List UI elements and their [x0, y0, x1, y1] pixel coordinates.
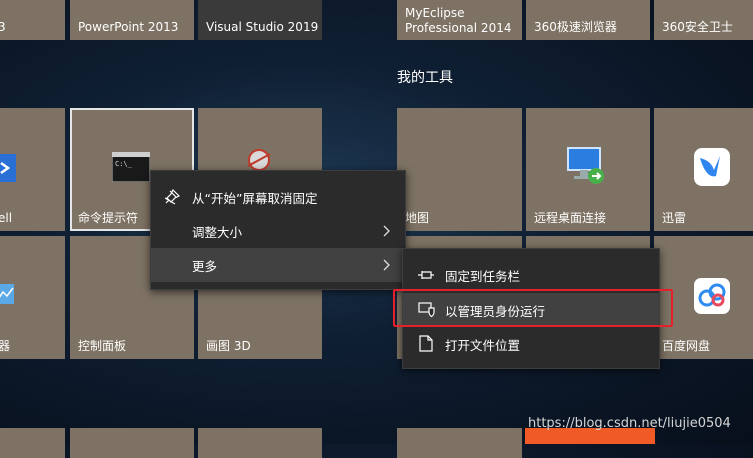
tile-label: ell — [0, 211, 13, 225]
menu-item-unpin[interactable]: 从“开始”屏幕取消固定 — [151, 180, 405, 214]
tile-visual-studio[interactable]: Visual Studio 2019 — [198, 0, 322, 40]
tile-label: 画图 3D — [206, 339, 251, 353]
tile-label: PowerPoint 2013 — [78, 20, 179, 34]
tile-label: 命令提示符 — [78, 211, 139, 225]
context-menu: 从“开始”屏幕取消固定 调整大小 更多 — [150, 170, 406, 290]
file-icon — [419, 335, 433, 352]
tile-label: MyEclipse Professional 2014 — [405, 6, 512, 35]
unpin-icon — [164, 189, 180, 205]
menu-item-open-location[interactable]: 打开文件位置 — [403, 327, 659, 361]
menu-item-label: 更多 — [192, 258, 218, 274]
menu-item-label: 调整大小 — [192, 224, 243, 240]
chevron-right-icon — [383, 259, 390, 271]
svg-text:C:\_: C:\_ — [115, 160, 133, 168]
tile-powerpoint[interactable]: PowerPoint 2013 — [70, 0, 194, 40]
tile-maps-wide[interactable]: 地图 — [397, 108, 522, 231]
tile-360-browser[interactable]: 360极速浏览器 — [526, 0, 650, 40]
tile-label: 器 — [0, 339, 11, 353]
tile-label: 百度网盘 — [662, 339, 711, 353]
monitor-chart-icon — [0, 284, 14, 304]
tile-label: 3 — [0, 20, 6, 34]
powershell-icon — [0, 154, 16, 182]
tile-partial-top[interactable]: 3 — [0, 0, 65, 40]
tile-powershell[interactable]: ell — [0, 108, 65, 231]
pin-icon — [418, 271, 434, 279]
tile-label: 远程桌面连接 — [534, 211, 607, 225]
chevron-right-icon — [383, 225, 390, 237]
group-title: 我的工具 — [397, 70, 453, 86]
tile-360-safe[interactable]: 360安全卫士 — [654, 0, 753, 40]
menu-item-more[interactable]: 更多 — [151, 248, 405, 282]
tile-label: 360安全卫士 — [662, 20, 733, 34]
tile-remote-desktop[interactable]: 远程桌面连接 — [526, 108, 650, 231]
remote-desktop-icon — [567, 147, 604, 184]
highlight-annotation-box — [393, 289, 673, 327]
tile-bottom-4[interactable] — [397, 428, 522, 458]
tile-bottom-1[interactable] — [0, 428, 65, 458]
xunlei-bird-icon — [694, 148, 730, 186]
tile-label: Visual Studio 2019 — [206, 20, 319, 34]
tile-myeclipse[interactable]: MyEclipse Professional 2014 — [397, 0, 522, 40]
tile-bottom-2[interactable] — [70, 428, 194, 458]
tile-label: 控制面板 — [78, 339, 127, 353]
tile-label: 迅雷 — [662, 211, 687, 225]
tile-label: 360极速浏览器 — [534, 20, 617, 34]
cmd-icon: C:\_ — [112, 152, 150, 182]
menu-item-label: 从“开始”屏幕取消固定 — [192, 190, 318, 206]
tile-bottom-3[interactable] — [198, 428, 322, 458]
menu-item-resize[interactable]: 调整大小 — [151, 214, 405, 248]
tile-partial-low[interactable]: 器 — [0, 236, 65, 359]
menu-item-pin-taskbar[interactable]: 固定到任务栏 — [403, 258, 659, 292]
menu-item-label: 固定到任务栏 — [445, 268, 521, 284]
watermark: https://blog.csdn.net/liujie0504 — [528, 416, 731, 431]
tile-xunlei[interactable]: 迅雷 — [654, 108, 753, 231]
tile-label: 地图 — [405, 211, 430, 225]
menu-item-label: 打开文件位置 — [445, 337, 521, 353]
baidu-cloud-icon — [694, 278, 730, 314]
